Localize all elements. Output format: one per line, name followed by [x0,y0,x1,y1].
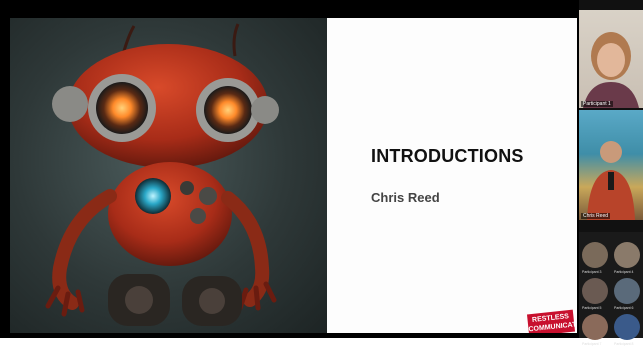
shared-slide: INTRODUCTIONS Chris Reed RESTLESS COMMUN… [10,18,577,333]
woman-video-thumbnail-icon [583,32,639,108]
participant-name: Participant 3 [582,270,602,274]
participant-name: Participant 6 [614,306,634,310]
participant-video-tile[interactable]: Chris Reed [579,110,643,220]
video-call-frame: INTRODUCTIONS Chris Reed RESTLESS COMMUN… [0,0,643,346]
slide-text-panel: INTRODUCTIONS Chris Reed [327,18,577,333]
participant-video-tile[interactable]: Participant 1 [579,10,643,108]
participant-name: Participant 5 [582,306,602,310]
avatar[interactable] [582,314,608,340]
participant-name: Participant 4 [614,270,634,274]
participant-name: Participant 1 [581,101,613,107]
avatar[interactable] [582,278,608,304]
avatar[interactable] [614,278,640,304]
participant-gallery: Participant 3 Participant 4 Participant … [579,232,643,346]
presenter-name: Chris Reed [371,190,440,205]
robot-icon [45,23,279,326]
robot-illustration [10,18,327,333]
avatar[interactable] [614,242,640,268]
participant-sidebar: Participant 1 Chris Reed Participant 3 P… [579,0,643,346]
avatar[interactable] [614,314,640,340]
participant-name: Participant 7 [582,342,602,346]
participant-name: Participant 8 [614,342,634,346]
avatar[interactable] [582,242,608,268]
brand-logo: RESTLESS COMMUNICATIONS [526,309,577,333]
slide-title: INTRODUCTIONS [371,146,524,166]
participant-name: Chris Reed [581,213,611,219]
man-video-thumbnail-icon [587,141,635,220]
